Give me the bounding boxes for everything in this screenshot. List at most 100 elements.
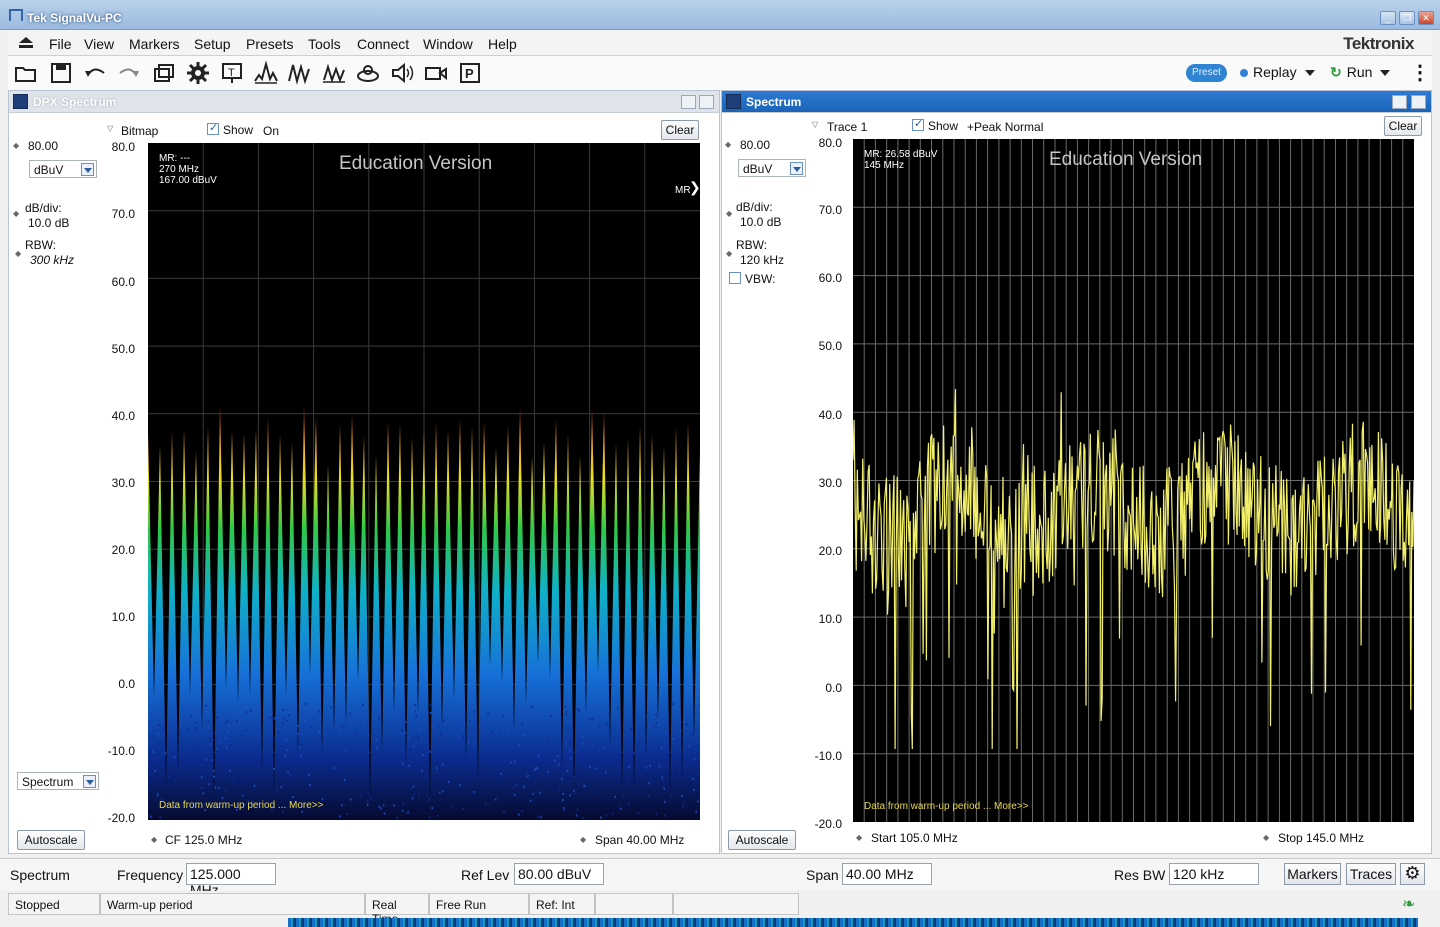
menu-window[interactable]: Window bbox=[423, 36, 473, 52]
dpx-show-checkbox[interactable] bbox=[207, 121, 219, 135]
spectrum-plot-area[interactable]: Education Version MR: 26.58 dBuV 145 MHz… bbox=[852, 139, 1415, 822]
spectrum-ref-level[interactable]: 80.00 bbox=[740, 138, 770, 152]
ref-lev-input[interactable]: 80.00 dBuV bbox=[514, 863, 604, 885]
settings-gear-icon[interactable]: ⚙ bbox=[1400, 863, 1425, 885]
ref-level-spin-icon[interactable]: ◆ bbox=[13, 141, 19, 150]
res-bw-input[interactable]: 120 kHz bbox=[1169, 863, 1259, 885]
dpx-y-tick: 10.0 bbox=[111, 610, 135, 624]
menu-markers[interactable]: Markers bbox=[129, 36, 180, 52]
dpx-noise-dot bbox=[207, 721, 209, 724]
dpx-units-select[interactable]: dBuV bbox=[29, 160, 97, 178]
traces-button[interactable]: Traces bbox=[1346, 863, 1396, 885]
audio-icon[interactable] bbox=[389, 61, 415, 85]
settings-gear-icon[interactable] bbox=[185, 61, 211, 85]
spectrum-panel-titlebar: Spectrum bbox=[722, 91, 1431, 113]
db-div-spin-icon[interactable]: ◆ bbox=[726, 209, 732, 218]
undo-icon[interactable] bbox=[82, 61, 108, 85]
more-options-icon[interactable]: ⋮ bbox=[1410, 60, 1430, 85]
rbw-spin-icon[interactable]: ◆ bbox=[15, 249, 21, 258]
dpx-noise-dot bbox=[562, 793, 564, 795]
menu-file[interactable]: File bbox=[49, 36, 72, 52]
dpx-noise-dot bbox=[148, 759, 150, 761]
dpx-noise-dot bbox=[503, 811, 505, 813]
frequency-input[interactable]: 125.000 MHz bbox=[186, 863, 276, 898]
menu-setup[interactable]: Setup bbox=[194, 36, 231, 52]
dpx-noise-dot bbox=[318, 730, 320, 733]
spinning-icon[interactable] bbox=[355, 61, 381, 85]
menu-tools[interactable]: Tools bbox=[308, 36, 341, 52]
trigger-icon[interactable]: T bbox=[219, 61, 245, 85]
dpx-noise-dot bbox=[355, 732, 357, 735]
redo-icon[interactable] bbox=[116, 61, 142, 85]
rbw-spin-icon[interactable]: ◆ bbox=[726, 249, 732, 258]
stop-spin-icon[interactable]: ◆ bbox=[1263, 833, 1269, 842]
replay-button[interactable]: Replay bbox=[1240, 64, 1315, 80]
vbw-checkbox[interactable] bbox=[729, 272, 741, 284]
dpx-noise-dot bbox=[341, 725, 343, 728]
spectrum-icon[interactable] bbox=[253, 60, 279, 85]
preset-p-icon[interactable]: P bbox=[457, 61, 483, 85]
spectrum-restore-button[interactable] bbox=[1392, 95, 1407, 109]
bitmap-dropdown-icon[interactable]: ▽ bbox=[107, 124, 113, 133]
dpx-display-select[interactable]: Spectrum bbox=[17, 772, 99, 790]
spectrum-units-select[interactable]: dBuV bbox=[738, 159, 806, 177]
preset-button[interactable]: Preset bbox=[1186, 64, 1227, 82]
spectrum-autoscale-button[interactable]: Autoscale bbox=[728, 830, 796, 850]
db-div-spin-icon[interactable]: ◆ bbox=[13, 209, 19, 218]
menu-connect[interactable]: Connect bbox=[357, 36, 409, 52]
dpx-noise-dot bbox=[462, 736, 464, 739]
camera-icon[interactable] bbox=[423, 61, 449, 85]
dpx-clear-button[interactable]: Clear bbox=[661, 120, 699, 140]
dpx-noise-dot bbox=[383, 812, 386, 815]
spectrum-start-readout[interactable]: Start 105.0 MHz bbox=[871, 831, 958, 845]
dpx-autoscale-button[interactable]: Autoscale bbox=[17, 830, 85, 850]
close-button[interactable]: ✕ bbox=[1418, 11, 1434, 25]
dpx-plot-area[interactable]: Education Version MR: --- 270 MHz 167.00… bbox=[148, 143, 701, 820]
dpx-close-button[interactable] bbox=[699, 95, 714, 109]
eject-icon[interactable] bbox=[19, 37, 33, 48]
spectrum-rbw-value[interactable]: 120 kHz bbox=[740, 253, 784, 267]
menu-view[interactable]: View bbox=[84, 36, 114, 52]
dpx-ref-level[interactable]: 80.00 bbox=[28, 139, 58, 153]
open-folder-icon[interactable] bbox=[13, 61, 39, 85]
dpx-noise-dot bbox=[583, 785, 585, 787]
trace-mode[interactable]: +Peak Normal bbox=[967, 120, 1043, 134]
menu-presets[interactable]: Presets bbox=[246, 36, 293, 52]
dpx-noise-dot bbox=[657, 723, 659, 726]
trace-dropdown-icon[interactable]: ▽ bbox=[812, 120, 818, 129]
span-input[interactable]: 40.00 MHz bbox=[842, 863, 932, 885]
spectrum-clear-button[interactable]: Clear bbox=[1384, 116, 1422, 136]
minimize-button[interactable]: _ bbox=[1380, 11, 1396, 25]
spectrum-stop-readout[interactable]: Stop 145.0 MHz bbox=[1278, 831, 1364, 845]
dpx-noise-dot bbox=[418, 794, 420, 797]
dpx-cf-readout[interactable]: CF 125.0 MHz bbox=[165, 833, 242, 847]
run-button[interactable]: ↻ Run bbox=[1330, 64, 1391, 81]
dpx-noise-dot bbox=[225, 789, 227, 792]
dpx-noise-dot bbox=[496, 745, 498, 748]
markers-button[interactable]: Markers bbox=[1284, 863, 1341, 885]
trace-icon[interactable] bbox=[321, 61, 347, 85]
cf-spin-icon[interactable]: ◆ bbox=[151, 835, 157, 844]
span-spin-icon[interactable]: ◆ bbox=[580, 835, 586, 844]
menu-help[interactable]: Help bbox=[488, 36, 517, 52]
dpx-span-readout[interactable]: Span 40.00 MHz bbox=[595, 833, 684, 847]
dpx-noise-dot bbox=[317, 742, 319, 745]
spectrum-db-div-value[interactable]: 10.0 dB bbox=[740, 215, 781, 229]
dpx-noise-dot bbox=[269, 716, 272, 719]
dpx-restore-button[interactable] bbox=[681, 95, 696, 109]
dpx-rbw-value[interactable]: 300 kHz bbox=[30, 253, 74, 267]
restore-button[interactable]: ❐ bbox=[1399, 11, 1415, 25]
dpx-noise-dot bbox=[617, 706, 619, 709]
dpx-noise-dot bbox=[564, 705, 566, 708]
dpx-icon[interactable] bbox=[287, 61, 313, 85]
spectrum-warmup-link[interactable]: Data from warm-up period ... More>> bbox=[864, 801, 1029, 812]
dpx-db-div-value[interactable]: 10.0 dB bbox=[28, 216, 69, 230]
spectrum-show-checkbox[interactable] bbox=[912, 117, 924, 131]
dpx-warmup-link[interactable]: Data from warm-up period ... More>> bbox=[159, 800, 324, 811]
save-icon[interactable] bbox=[48, 61, 74, 85]
windows-icon[interactable] bbox=[151, 61, 177, 85]
ref-level-spin-icon[interactable]: ◆ bbox=[725, 140, 731, 149]
spectrum-close-button[interactable] bbox=[1411, 95, 1426, 109]
dpx-noise-dot bbox=[214, 786, 217, 789]
start-spin-icon[interactable]: ◆ bbox=[856, 833, 862, 842]
